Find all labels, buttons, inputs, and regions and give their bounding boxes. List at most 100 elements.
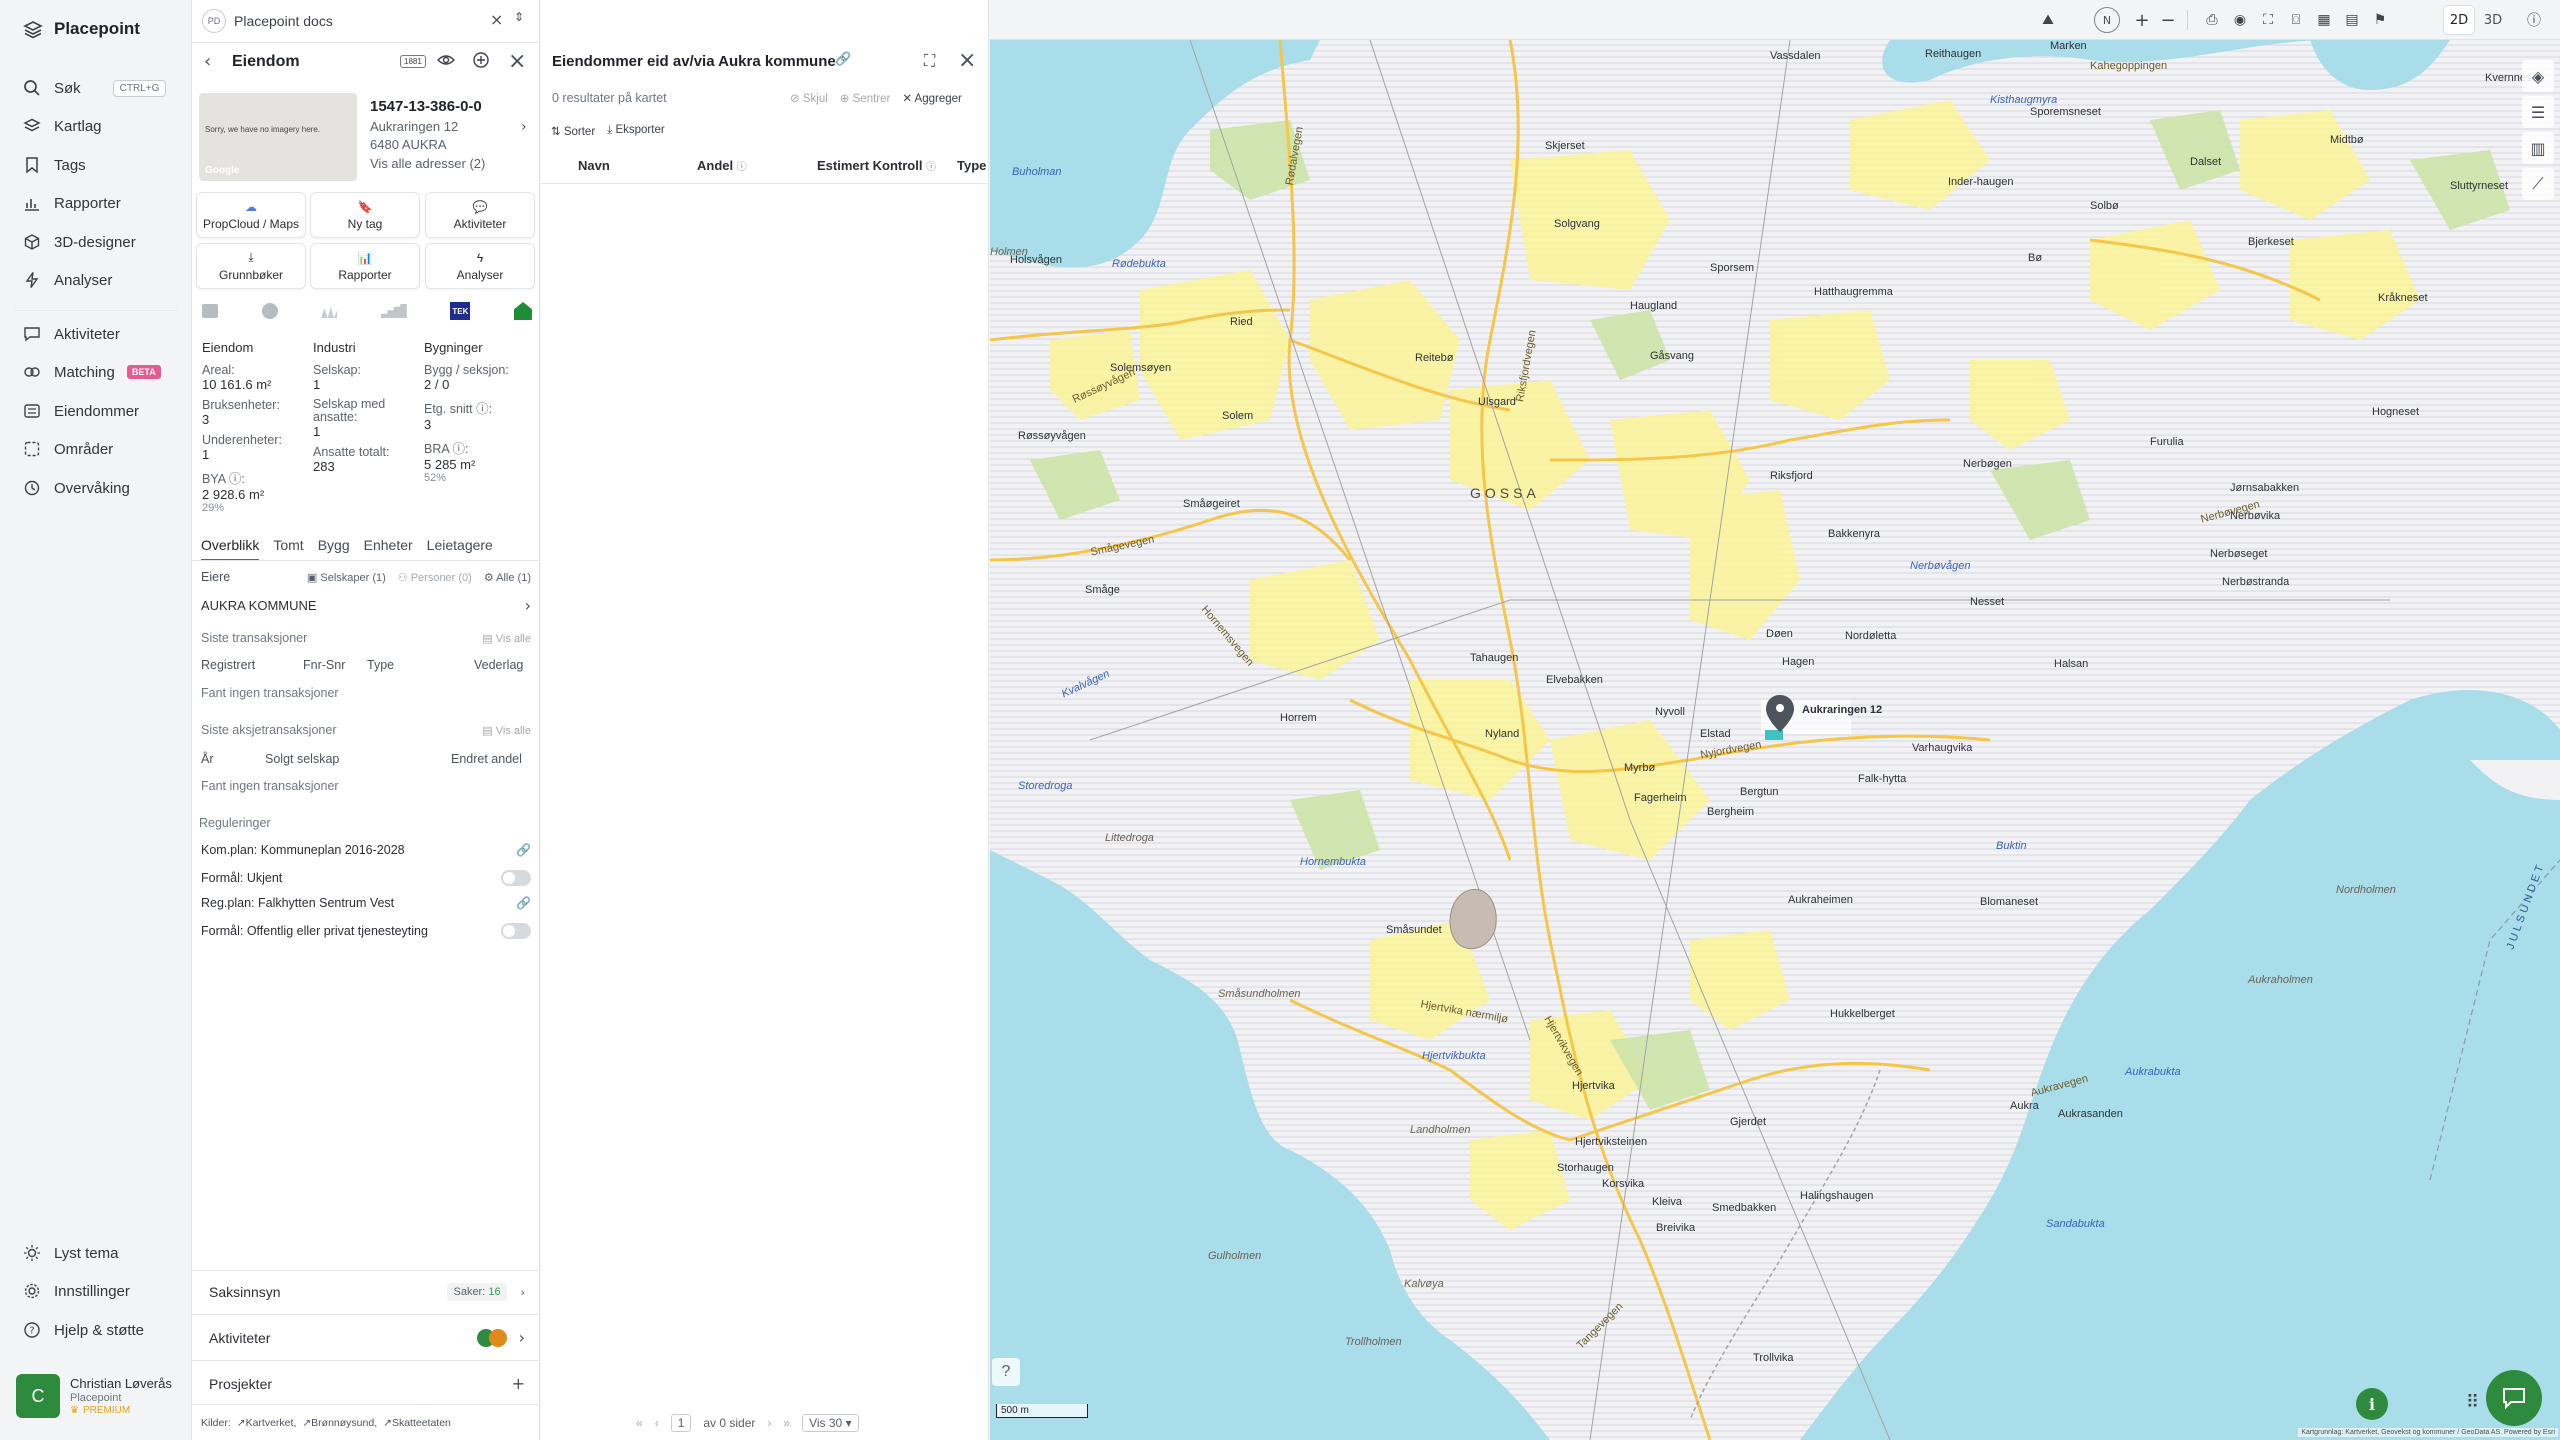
new-tag-button[interactable]: 🔖 Ny tag (310, 192, 420, 238)
nav-item-analyses[interactable]: Analyser (22, 265, 112, 295)
all-addresses-link[interactable]: Vis alle adresser (2) (370, 156, 485, 171)
add-icon[interactable] (472, 51, 490, 69)
nav-item-monitoring[interactable]: Overvåking (22, 473, 130, 503)
reports-button[interactable]: 📊 Rapporter (310, 243, 420, 289)
source-link[interactable]: ↗Skatteetaten (383, 1417, 451, 1429)
layers-stack-icon[interactable]: ☰ (2522, 96, 2554, 128)
bars-icon[interactable] (380, 304, 407, 318)
nav-item-layers[interactable]: Kartlag (22, 111, 102, 141)
nav-item-help[interactable]: ? Hjelp & støtte (22, 1315, 144, 1345)
tab-buildings[interactable]: Bygg (318, 537, 350, 561)
center-button[interactable]: ⊕ Sentrer (840, 91, 891, 105)
nav-item-matching[interactable]: Matching BETA (22, 357, 161, 387)
regulation-row[interactable]: Reg.plan: Falkhytten Sentrum Vest 🔗 (201, 896, 531, 910)
last-page-icon[interactable]: » (783, 1416, 790, 1430)
chevron-right-icon[interactable]: › (521, 119, 527, 135)
fullscreen-icon[interactable]: ⛶ (2256, 8, 2280, 32)
expand-icon[interactable]: ⛶ (924, 51, 935, 71)
map-canvas[interactable] (990, 40, 2560, 1440)
grid-icon[interactable]: ▦ (2312, 8, 2336, 32)
nav-item-properties[interactable]: Eiendommer (22, 396, 139, 426)
measure-icon[interactable]: ⟋ (2522, 168, 2554, 200)
map-help-button[interactable]: ? (992, 1358, 1020, 1386)
chat-button[interactable] (2486, 1370, 2542, 1426)
filter-all[interactable]: ⚙ Alle (1) (484, 571, 531, 584)
bookmark-icon[interactable]: ⚑ (2368, 8, 2392, 32)
nav-item-search[interactable]: Søk CTRL+G (22, 73, 167, 103)
nav-item-light-theme[interactable]: Lyst tema (22, 1238, 118, 1268)
hide-button[interactable]: ⊘ Skjul (790, 91, 828, 105)
close-panel-icon[interactable]: × (958, 48, 976, 73)
page-input[interactable]: 1 (670, 1414, 692, 1432)
source-link[interactable]: ↗Brønnøysund, (302, 1417, 377, 1429)
col-control[interactable]: Estimert Kontroll ⓘ (817, 158, 936, 173)
camera-icon[interactable]: ⌼ (2284, 8, 2308, 32)
show-all-stock[interactable]: ▤ Vis alle (482, 724, 531, 737)
tek-icon[interactable]: TEK (450, 302, 471, 320)
tab-units[interactable]: Enheter (364, 537, 413, 561)
info-icon[interactable]: ⓘ (2522, 8, 2546, 32)
tab-tenants[interactable]: Leietagere (427, 537, 493, 561)
eye-icon[interactable] (437, 52, 455, 68)
zoom-out-icon[interactable]: − (2156, 8, 2180, 32)
drag-handle-icon[interactable]: ⠿ (2466, 1392, 2479, 1413)
mode-3d-button[interactable]: 3D (2478, 6, 2508, 34)
layers-3d-icon[interactable]: ⛰ (2036, 8, 2060, 32)
nav-item-areas[interactable]: Områder (22, 434, 113, 464)
export-button[interactable]: ⤓ Eksporter (607, 124, 665, 138)
document-tab[interactable]: PD Placepoint docs (202, 8, 532, 34)
chart-icon[interactable]: ▥ (2522, 132, 2554, 164)
eye-icon[interactable]: ◉ (2228, 8, 2252, 32)
building-icon[interactable] (202, 304, 218, 318)
chevron-updown-icon[interactable]: ⇕ (514, 10, 524, 24)
nav-item-3d-designer[interactable]: 3D-designer (22, 227, 136, 257)
filter-companies[interactable]: ▣ Selskaper (1) (307, 571, 386, 584)
link-icon[interactable]: 🔗 (516, 896, 531, 910)
brand-logo[interactable]: Placepoint (22, 18, 140, 40)
nav-item-reports[interactable]: Rapporter (22, 188, 121, 218)
activities-button[interactable]: 💬 Aktiviteter (425, 192, 535, 238)
nav-item-settings[interactable]: Innstillinger (22, 1276, 130, 1306)
tab-overview[interactable]: Overblikk (201, 537, 260, 561)
link-icon[interactable]: 🔗 (516, 843, 531, 857)
table-icon[interactable]: ▤ (2340, 8, 2364, 32)
source-link[interactable]: ↗Kartverket, (237, 1417, 297, 1429)
owner-row[interactable]: AUKRA KOMMUNE › (201, 596, 531, 615)
projects-section[interactable]: Prosjekter + (209, 1374, 525, 1393)
filter-persons[interactable]: ⚇ Personer (0) (398, 571, 472, 584)
tab-plot[interactable]: Tomt (273, 537, 303, 561)
first-page-icon[interactable]: « (636, 1416, 643, 1430)
industry-icon[interactable] (321, 306, 338, 318)
globe-icon[interactable] (261, 303, 278, 319)
user-profile[interactable]: C Christian Løverås Placepoint ♛ PREMIUM (16, 1372, 181, 1420)
col-name[interactable]: Navn (578, 158, 610, 173)
analyses-button[interactable]: ϟ Analyser (425, 243, 535, 289)
aggregate-button[interactable]: ✕ Aggreger (902, 91, 962, 105)
house-icon[interactable] (513, 302, 532, 320)
col-share[interactable]: Andel ⓘ (697, 158, 747, 173)
map-view[interactable]: GOSSA JULSUNDET Solgvang Skjerset Haugla… (990, 40, 2560, 1440)
property-marker[interactable] (1761, 695, 1851, 740)
regulation-toggle[interactable] (501, 870, 531, 886)
case-access-section[interactable]: Saksinnsyn Saker: 16 › (209, 1283, 525, 1301)
prev-page-icon[interactable]: ‹ (655, 1416, 659, 1430)
street-view-thumbnail[interactable]: Sorry, we have no imagery here. Google (199, 93, 357, 181)
1881-badge[interactable]: 1881 (400, 55, 426, 68)
col-type[interactable]: Type (957, 158, 986, 173)
page-size-select[interactable]: Vis 30 ▾ (802, 1414, 859, 1432)
next-page-icon[interactable]: › (767, 1416, 771, 1430)
layers-icon[interactable]: ◈ (2522, 60, 2554, 92)
link-icon[interactable]: 🔗 (835, 52, 851, 67)
sort-button[interactable]: ⇅ Sorter (551, 124, 595, 138)
regulation-row[interactable]: Kom.plan: Kommuneplan 2016-2028 🔗 (201, 843, 531, 857)
regulation-toggle[interactable] (501, 923, 531, 939)
back-icon[interactable]: ‹ (204, 51, 211, 72)
close-tab-icon[interactable]: × (490, 10, 503, 29)
mode-2d-button[interactable]: 2D (2444, 6, 2474, 34)
propcloud-button[interactable]: ☁ PropCloud / Maps (196, 192, 306, 238)
nav-item-tags[interactable]: Tags (22, 150, 86, 180)
north-arrow-icon[interactable]: N (2094, 7, 2120, 33)
close-panel-icon[interactable]: × (508, 49, 526, 74)
print-icon[interactable]: ⎙ (2200, 8, 2224, 32)
show-all-transactions[interactable]: ▤ Vis alle (482, 632, 531, 645)
